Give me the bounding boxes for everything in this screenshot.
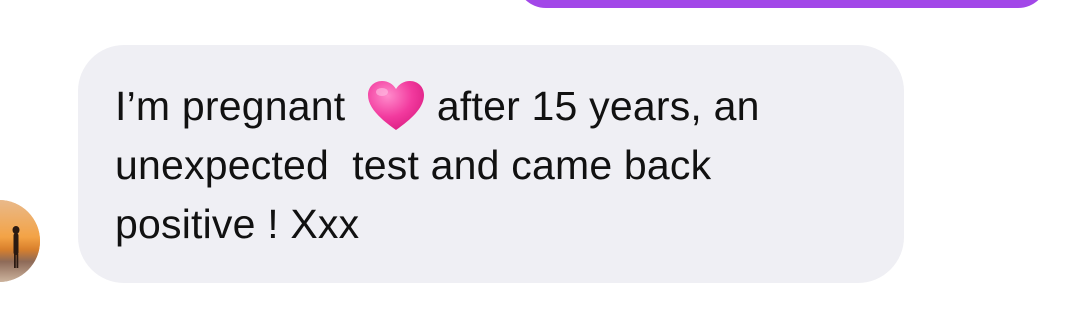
message-text: I’m pregnant after 15 years, an unexpecte… <box>115 77 874 254</box>
sent-message-bubble[interactable] <box>516 0 1048 8</box>
heart-icon <box>367 81 424 130</box>
received-message-bubble[interactable]: I’m pregnant after 15 years, an unexpecte… <box>78 45 904 283</box>
chat-thread: I’m pregnant after 15 years, an unexpecte… <box>0 0 1088 318</box>
message-text-line3: positive ! Xxx <box>115 201 360 247</box>
message-text-line2: unexpected test and came back <box>115 142 712 188</box>
message-text-start: I’m pregnant <box>115 83 357 129</box>
message-text-line1-end: after 15 years, an <box>436 83 760 129</box>
avatar[interactable] <box>0 200 40 282</box>
avatar-photo <box>0 200 40 282</box>
